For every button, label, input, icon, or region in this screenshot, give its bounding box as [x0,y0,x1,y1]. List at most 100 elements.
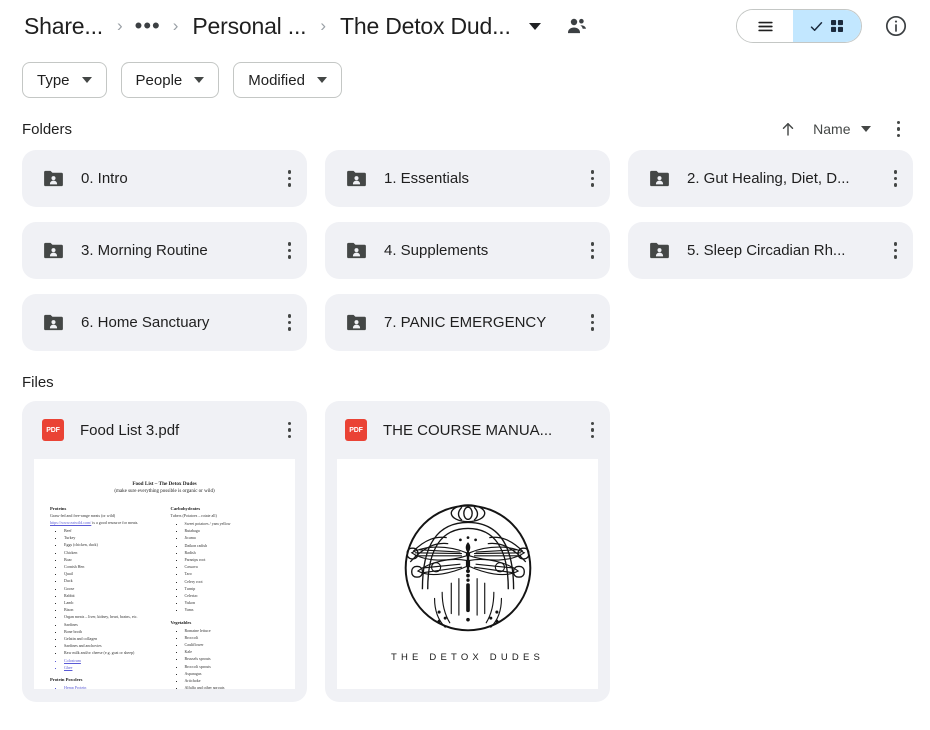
folder-name: 7. PANIC EMERGENCY [384,314,547,331]
preview-list-item: Brussels sprouts [185,655,280,662]
shared-folder-icon [650,170,669,187]
preview-list-item: Hemp Protein [64,684,159,689]
breadcrumb-separator: › [116,16,123,35]
folder-more-button[interactable] [884,236,908,265]
preview-list-item: Cauliflower [185,641,280,648]
sort-field-label: Name [813,121,851,137]
sort-direction-button[interactable] [769,116,807,142]
folder-more-button[interactable] [278,308,302,337]
folder-more-button[interactable] [278,236,302,265]
preview-left-link: https://www.eatwild.com/ [50,520,92,525]
folder-more-button[interactable] [581,308,605,337]
preview-list-item: Cornish Hen [64,563,159,570]
folder-name: 3. Morning Routine [81,242,208,259]
files-grid: PDF Food List 3.pdf Food List – The Deto… [0,401,930,702]
preview-list-item: Celeriac [185,592,280,599]
folder-more-button[interactable] [581,164,605,193]
folder-more-button[interactable] [884,164,908,193]
shared-folder-icon [347,170,366,187]
folder-name: 5. Sleep Circadian Rh... [687,242,846,259]
folder-card[interactable]: 6. Home Sanctuary [22,294,307,351]
preview-list-item: Bison [64,606,159,613]
preview-list-item: Duck [64,577,159,584]
preview-list-item: Celery root [185,578,280,585]
check-icon [810,21,823,31]
files-section-header: Files [0,363,930,401]
filter-chip-type[interactable]: Type [22,62,107,98]
breadcrumb-shared[interactable]: Share... [22,11,105,42]
folder-more-button[interactable] [278,164,302,193]
preview-right-note: Tubers (Potatoes – rotate all) [170,513,217,518]
folder-card[interactable]: 5. Sleep Circadian Rh... [628,222,913,279]
preview-list-item: Eggs (chicken, duck) [64,541,159,548]
chevron-down-icon [194,77,205,83]
folder-card[interactable]: 0. Intro [22,150,307,207]
folder-card[interactable]: 1. Essentials [325,150,610,207]
chevron-down-icon[interactable] [528,22,541,30]
preview-list-item: Sardines [64,621,159,628]
filter-chip-people[interactable]: People [120,62,220,98]
preview-left-link-tail: is a good resource for meats. [92,520,139,525]
preview-list-item: Ghee [64,664,159,671]
preview-list-item: Turnip [185,585,280,592]
more-options-button[interactable] [877,115,915,144]
preview-list-item: Organ meats – liver, kidney, heart, brai… [64,613,159,620]
file-thumbnail-preview[interactable]: Food List – The Detox Dudes (make sure e… [34,459,295,689]
preview-list-item: Yams [185,606,280,613]
preview-doc-subtitle: (make sure everything possible is organi… [114,489,215,494]
breadcrumb-current[interactable]: The Detox Dud... [338,11,513,42]
info-icon[interactable] [884,14,908,38]
chevron-down-icon [81,77,92,83]
folder-card[interactable]: 4. Supplements [325,222,610,279]
grid-view-button[interactable] [793,10,861,42]
filter-chip-row: Type People Modified [0,52,930,98]
folder-card[interactable]: 3. Morning Routine [22,222,307,279]
folder-card[interactable]: 2. Gut Healing, Diet, D... [628,150,913,207]
filter-chip-modified-label: Modified [248,71,305,89]
folder-name: 0. Intro [81,170,128,187]
preview-right-heading: Carbohydrates [170,506,201,511]
preview-doc-title: Food List – The Detox Dudes [132,481,197,487]
file-card[interactable]: PDF THE COURSE MANUA... THE DETOX DUDES [325,401,610,702]
preview-list-item: Bone broth [64,628,159,635]
folders-section-title: Folders [22,120,73,138]
logo-caption: THE DETOX DUDES [390,651,545,663]
breadcrumb-overflow[interactable]: ••• [135,15,161,37]
preview-list-item: Boar [64,556,159,563]
file-thumbnail-preview[interactable]: THE DETOX DUDES [337,459,598,689]
sort-field-button[interactable]: Name [807,117,876,141]
preview-list-item: Turkey [64,534,159,541]
view-mode-toggle[interactable] [736,9,862,43]
app-header: Share... › ••• › Personal ... › The Deto… [0,0,930,52]
document-preview-content: Food List – The Detox Dudes (make sure e… [34,459,295,689]
pdf-file-icon: PDF [345,419,367,441]
preview-right-list-2: Romaine lettuce Broccoli Cauliflower Kal… [171,627,280,689]
shared-folder-icon [347,242,366,259]
chevron-down-icon [860,126,871,132]
file-card[interactable]: PDF Food List 3.pdf Food List – The Deto… [22,401,307,702]
file-more-button[interactable] [278,416,302,445]
shared-folder-icon [44,242,63,259]
people-share-icon[interactable] [565,14,589,38]
preview-doc-right-column: Carbohydrates Tubers (Potatoes – rotate … [171,506,280,689]
preview-list-item: Cassava [185,563,280,570]
folder-more-button[interactable] [581,236,605,265]
preview-left-heading: Proteins [50,506,67,511]
preview-list-item: Broccoli [185,634,280,641]
preview-list-item: Kale [185,648,280,655]
file-more-button[interactable] [581,416,605,445]
preview-left-heading-2: Protein Powders [50,677,83,683]
preview-list-item: Taro [185,570,280,577]
preview-left-list-2: Hemp Protein Pea/rice protein Pea protei… [50,684,159,689]
pdf-icon-label: PDF [349,426,363,434]
preview-list-item: Alfalfa and other sprouts [185,684,280,689]
filter-chip-modified[interactable]: Modified [233,62,342,98]
breadcrumb-personal[interactable]: Personal ... [190,11,308,42]
filter-chip-people-label: People [135,71,183,89]
folder-name: 1. Essentials [384,170,470,187]
folder-card[interactable]: 7. PANIC EMERGENCY [325,294,610,351]
list-view-button[interactable] [737,10,793,42]
preview-list-item: Asparagus [185,670,280,677]
preview-right-list: Sweet potatoes / yam yellow Rutabaga Jic… [171,520,280,614]
chevron-down-icon [316,77,327,83]
